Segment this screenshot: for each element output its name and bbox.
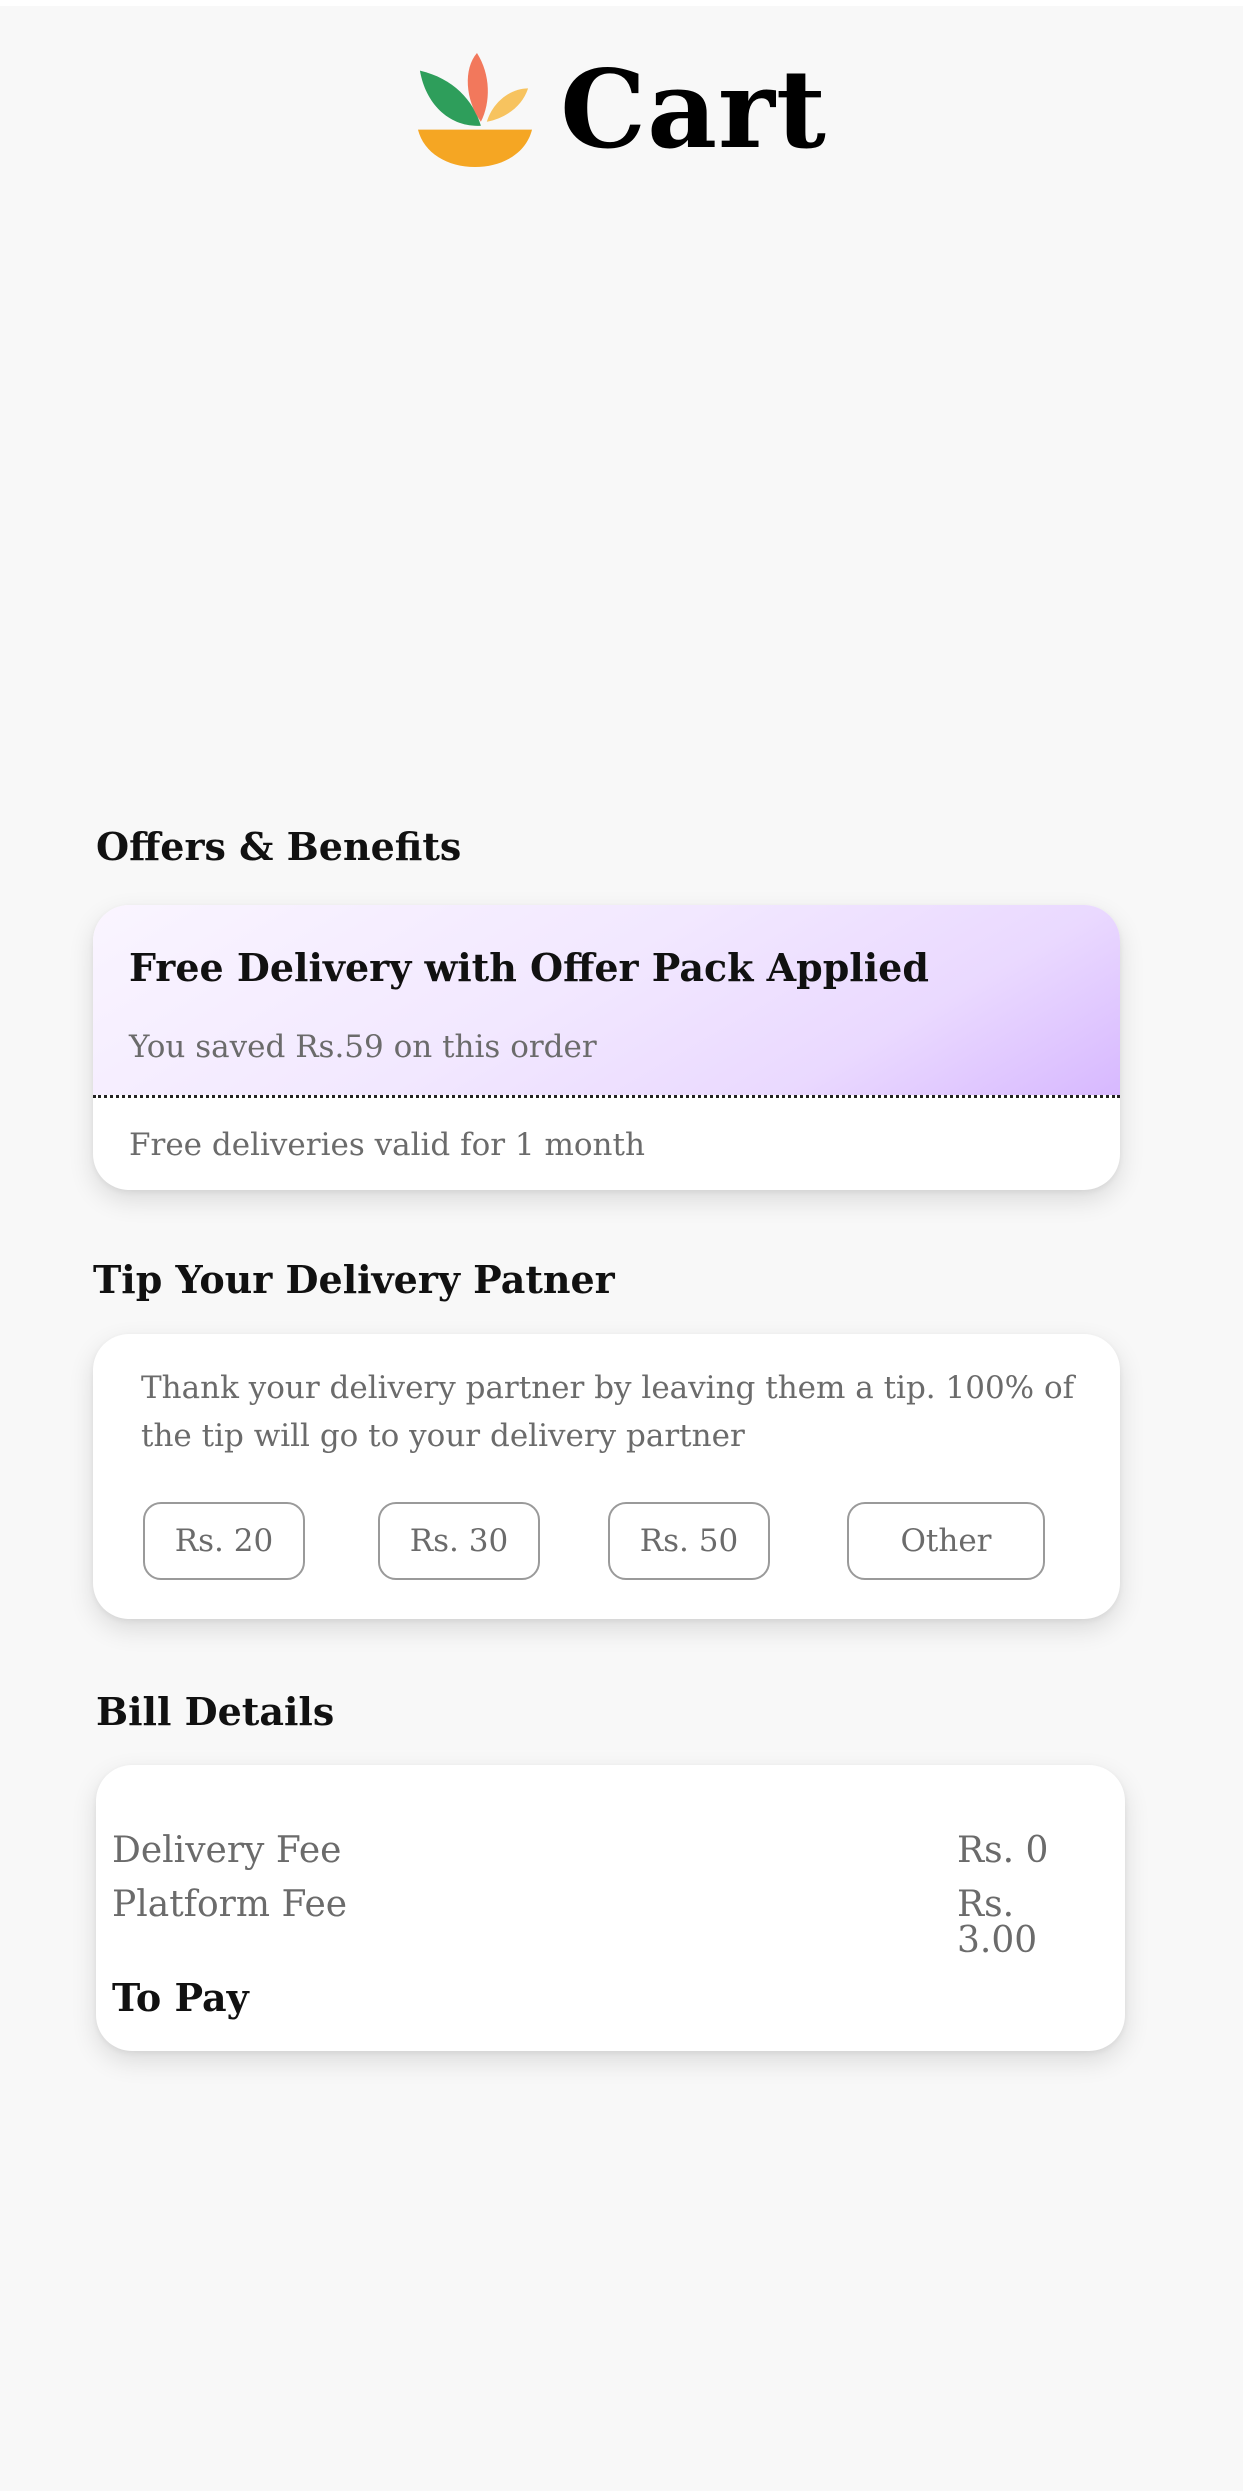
bill-details-card: Delivery Fee Rs. 0 Platform Fee Rs. 3.00… bbox=[96, 1765, 1125, 2051]
offer-title: Free Delivery with Offer Pack Applied bbox=[129, 945, 929, 990]
bill-row-platform-fee: Platform Fee Rs. 3.00 bbox=[112, 1887, 1097, 1959]
offer-savings-text: You saved Rs.59 on this order bbox=[129, 1029, 597, 1065]
bill-section-title: Bill Details bbox=[96, 1689, 335, 1734]
page-title: Cart bbox=[560, 47, 827, 173]
to-pay-label: To Pay bbox=[112, 1975, 249, 2020]
offer-highlight-panel bbox=[93, 905, 1120, 1095]
flower-bowl-logo-icon bbox=[418, 52, 533, 168]
offers-section-title: Offers & Benefits bbox=[96, 824, 462, 869]
offer-validity-text: Free deliveries valid for 1 month bbox=[129, 1127, 645, 1163]
tip-option-50-button[interactable]: Rs. 50 bbox=[608, 1502, 770, 1580]
tip-option-other-button[interactable]: Other bbox=[847, 1502, 1045, 1580]
offer-divider bbox=[93, 1095, 1120, 1098]
offers-card[interactable]: Free Delivery with Offer Pack Applied Yo… bbox=[93, 905, 1120, 1190]
bill-row-value: Rs. 3.00 bbox=[957, 1884, 1038, 1961]
tip-option-30-button[interactable]: Rs. 30 bbox=[378, 1502, 540, 1580]
tip-card: Thank your delivery partner by leaving t… bbox=[93, 1334, 1120, 1619]
bill-row-value: Rs. 0 bbox=[957, 1830, 1049, 1871]
bill-row-delivery-fee: Delivery Fee Rs. 0 bbox=[112, 1833, 1097, 1869]
tip-section-title: Tip Your Delivery Patner bbox=[93, 1257, 615, 1302]
bill-row-label: Platform Fee bbox=[112, 1884, 348, 1925]
top-status-strip bbox=[0, 0, 1243, 6]
bill-row-label: Delivery Fee bbox=[112, 1830, 342, 1871]
tip-description: Thank your delivery partner by leaving t… bbox=[141, 1370, 1075, 1454]
cart-header: Cart bbox=[0, 30, 1243, 190]
tip-option-20-button[interactable]: Rs. 20 bbox=[143, 1502, 305, 1580]
